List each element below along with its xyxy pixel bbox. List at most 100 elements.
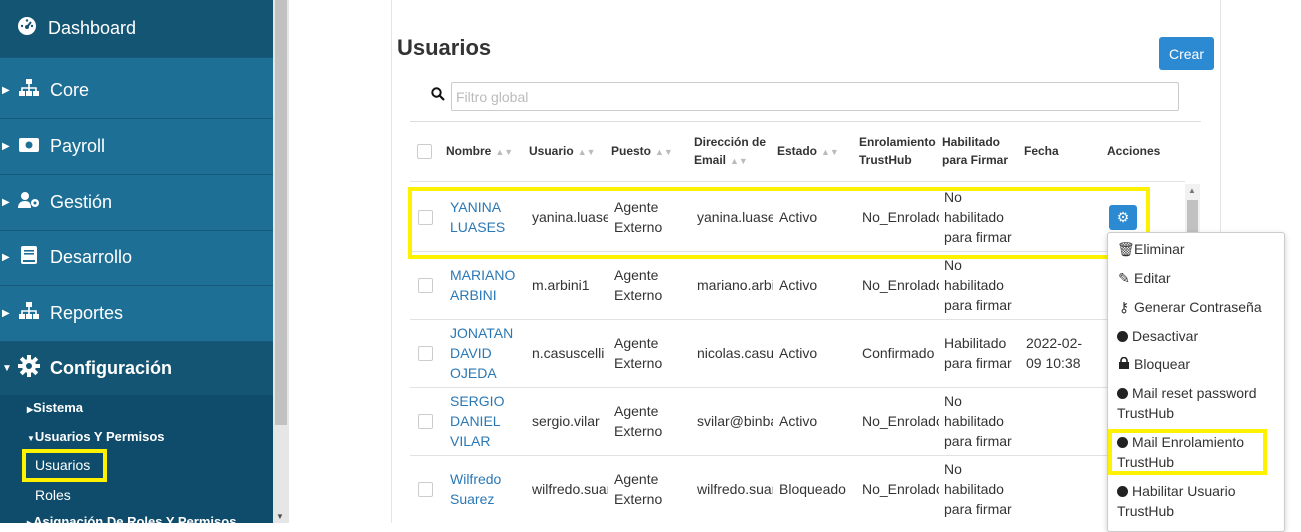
caret-down-icon: ▼	[27, 434, 35, 443]
sidebar-item-configuracion[interactable]: ▼ Configuración	[0, 342, 273, 396]
sidebar-item-core[interactable]: ▶ Core	[0, 63, 273, 119]
caret-right-icon: ▶	[2, 141, 10, 152]
user-name-link[interactable]: Wilfredo Suarez	[450, 469, 501, 509]
sort-icon: ▲▼	[577, 147, 596, 157]
row-checkbox[interactable]	[418, 414, 433, 429]
circle-icon	[1117, 486, 1128, 497]
page-scrollbar-thumb[interactable]	[275, 0, 287, 425]
menu-item-eliminar[interactable]: 🗑Eliminar	[1117, 239, 1277, 259]
key-icon: ⚷	[1118, 299, 1130, 315]
menu-item-editar[interactable]: ✎ Editar	[1117, 268, 1277, 288]
select-all-checkbox[interactable]	[417, 144, 432, 159]
sidebar: Dashboard ▶ Core ▶ Payroll ▶ Gestión ▶ D…	[0, 0, 273, 523]
cell-estado: Activo	[779, 345, 818, 361]
menu-item-habilitar-usuario[interactable]: Habilitar Usuario TrustHub	[1117, 481, 1277, 521]
divider	[410, 121, 1201, 122]
column-header-estado[interactable]: Estado ▲▼	[777, 142, 839, 161]
sidebar-item-label: Gestión	[50, 192, 113, 212]
cell-enrolamiento: Confirmado	[862, 345, 935, 361]
cell-usuario: n.casuscelli	[532, 345, 605, 361]
cell-firmar: No habilitado para firmar	[944, 393, 1012, 449]
row-checkbox[interactable]	[418, 482, 433, 497]
divider	[410, 319, 1185, 320]
caret-down-icon: ▼	[2, 363, 12, 374]
gear-icon	[14, 355, 44, 382]
sort-icon: ▲▼	[821, 147, 839, 157]
sidebar-item-label: Dashboard	[48, 18, 137, 38]
search-icon	[431, 87, 445, 101]
sidebar-sub-sistema[interactable]: ▶Sistema	[27, 400, 83, 415]
user-name-link[interactable]: SERGIO DANIEL VILAR	[450, 391, 504, 451]
sidebar-item-label: Payroll	[50, 136, 106, 156]
column-header-enrolamiento[interactable]: Enrolamiento TrustHub	[859, 133, 939, 169]
menu-item-desactivar[interactable]: Desactivar	[1117, 326, 1277, 346]
divider	[410, 387, 1185, 388]
menu-item-generar-contrasena[interactable]: ⚷ Generar Contraseña	[1117, 297, 1277, 317]
divider	[410, 455, 1185, 456]
cell-fecha: 2022-02- 09 10:38	[1026, 335, 1083, 371]
book-icon	[14, 246, 44, 269]
menu-item-mail-reset-password[interactable]: Mail reset password TrustHub	[1117, 383, 1277, 423]
dashboard-icon	[12, 16, 42, 41]
cell-estado: Activo	[779, 413, 818, 429]
cell-puesto: Agente Externo	[614, 335, 663, 371]
column-header-fecha[interactable]: Fecha	[1024, 142, 1059, 160]
column-header-email[interactable]: Dirección de Email ▲▼	[694, 133, 774, 170]
pencil-icon: ✎	[1118, 270, 1130, 286]
row-checkbox[interactable]	[418, 278, 433, 293]
global-filter-input[interactable]	[451, 82, 1179, 111]
cell-puesto: Agente Externo	[614, 403, 663, 439]
cell-estado: Activo	[779, 277, 818, 293]
sidebar-item-label: Configuración	[50, 358, 172, 378]
cell-estado: Bloqueado	[779, 481, 846, 497]
cell-enrolamiento: No_Enrolado	[862, 413, 939, 429]
column-header-firmar[interactable]: Habilitado para Firmar	[942, 133, 1020, 169]
user-name-link[interactable]: MARIANO ARBINI	[450, 265, 515, 305]
highlight-menu-item	[1108, 429, 1267, 475]
sidebar-item-desarrollo[interactable]: ▶ Desarrollo	[0, 230, 273, 286]
cell-usuario: m.arbini1	[532, 277, 590, 293]
sort-icon: ▲▼	[495, 147, 514, 157]
menu-item-bloquear[interactable]: Bloquear	[1117, 354, 1277, 374]
main-card	[391, 0, 1221, 523]
page-title: Usuarios	[397, 35, 492, 60]
sidebar-sub-roles[interactable]: Roles	[35, 487, 71, 503]
create-button[interactable]: Crear	[1159, 37, 1214, 70]
cell-email: mariano.arbini	[697, 277, 773, 293]
user-name-link[interactable]: JONATAN DAVID OJEDA	[450, 323, 513, 383]
caret-right-icon: ▶	[2, 197, 10, 208]
row-checkbox[interactable]	[418, 346, 433, 361]
sidebar-item-label: Core	[50, 80, 90, 100]
cell-email: nicolas.casuscelli	[697, 345, 773, 361]
cell-usuario: wilfredo.suarez	[532, 481, 608, 497]
cell-puesto: Agente Externo	[614, 471, 663, 507]
sidebar-sub-asignacion[interactable]: ▶Asignación De Roles Y Permisos	[27, 514, 236, 523]
sidebar-item-dashboard[interactable]: Dashboard	[0, 0, 273, 58]
sitemap-icon	[14, 79, 44, 102]
column-header-puesto[interactable]: Puesto ▲▼	[611, 142, 673, 161]
scroll-up-icon[interactable]: ▲	[1188, 186, 1196, 195]
column-header-acciones: Acciones	[1107, 144, 1161, 158]
caret-right-icon: ▶	[2, 252, 10, 263]
sidebar-item-reportes[interactable]: ▶ Reportes	[0, 286, 273, 342]
divider	[410, 181, 1185, 182]
sidebar-sub-usuarios-permisos[interactable]: ▼Usuarios Y Permisos	[27, 429, 165, 444]
sidebar-item-gestion[interactable]: ▶ Gestión	[0, 175, 273, 231]
sort-icon: ▲▼	[655, 147, 673, 157]
cell-enrolamiento: No_Enrolado	[862, 481, 939, 497]
circle-icon	[1117, 331, 1128, 342]
user-gear-icon	[14, 191, 44, 214]
caret-right-icon: ▶	[2, 85, 10, 96]
cell-usuario: sergio.vilar	[532, 413, 600, 429]
cell-email: wilfredo.suarez	[697, 481, 773, 497]
cell-puesto: Agente Externo	[614, 267, 663, 303]
column-header-usuario[interactable]: Usuario ▲▼	[529, 142, 596, 161]
caret-right-icon: ▶	[2, 308, 10, 319]
cell-firmar: No habilitado para firmar	[944, 257, 1012, 313]
scroll-down-icon[interactable]: ▼	[276, 512, 284, 521]
column-header-nombre[interactable]: Nombre ▲▼	[446, 142, 513, 161]
highlight-row	[408, 187, 1150, 259]
sidebar-item-label: Desarrollo	[50, 247, 133, 267]
sidebar-item-payroll[interactable]: ▶ Payroll	[0, 119, 273, 175]
cell-firmar: Habilitado para firmar	[944, 335, 1012, 371]
